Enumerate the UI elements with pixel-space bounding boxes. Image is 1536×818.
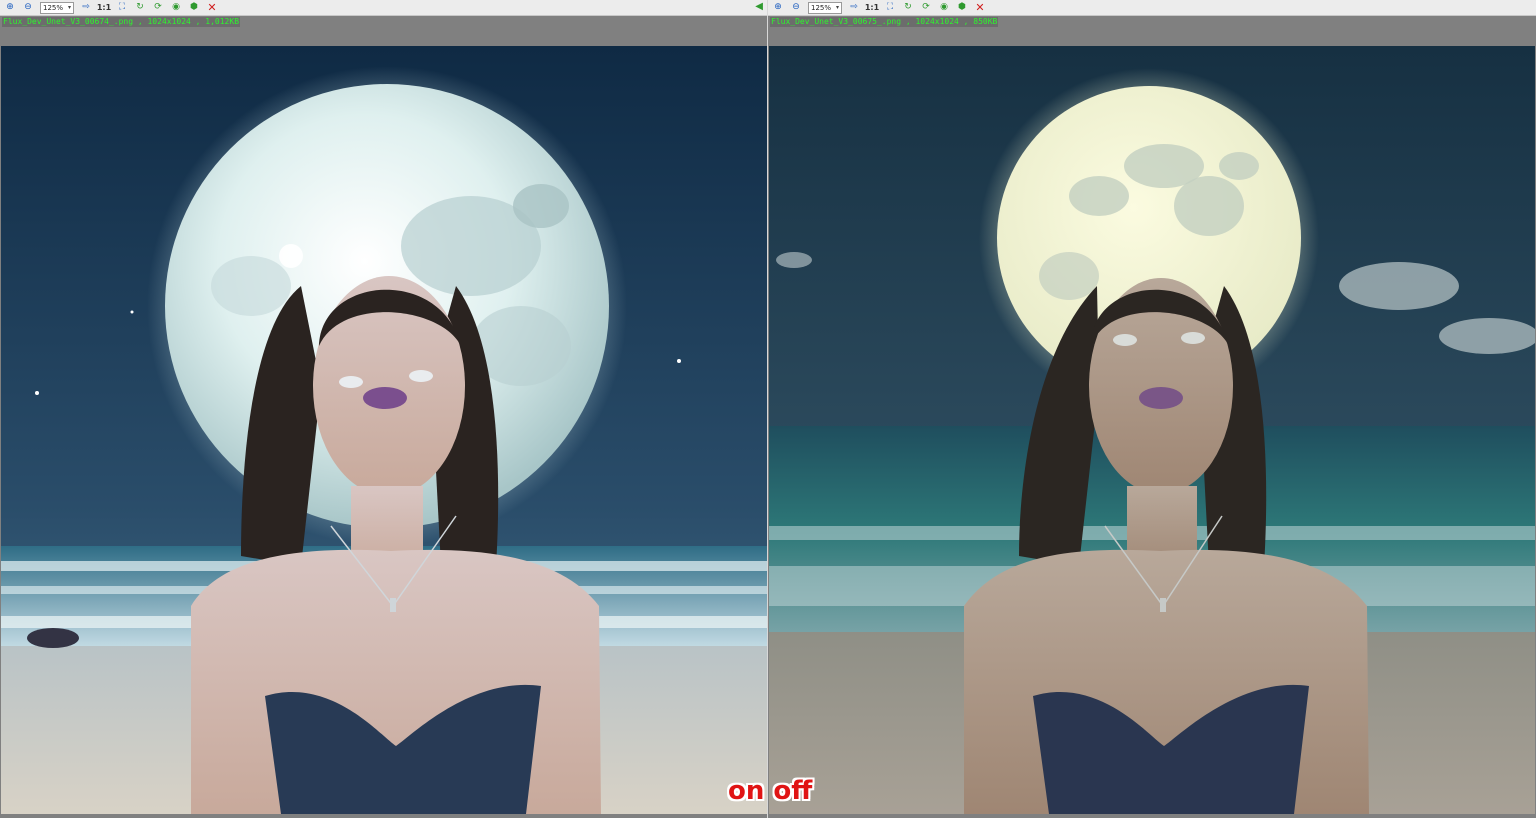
chevron-down-icon: ▾ — [835, 4, 839, 11]
right-file-info: Flux_Dev_Unet_V3_00675_.png , 1024x1024 … — [770, 17, 999, 27]
left-image-art — [1, 46, 767, 814]
fit-icon[interactable]: ⛶ — [114, 1, 130, 15]
save-icon[interactable]: ⬢ — [954, 1, 970, 15]
right-pane: ⊕ ⊖ 125% ▾ ⇨ 1:1 ⛶ ↻ ⟳ ◉ ⬢ ✕ Flux_Dev_Une… — [768, 0, 1536, 818]
left-pane: ⊕ ⊖ 125% ▾ ⇨ 1:1 ⛶ ↻ ⟳ ◉ ⬢ ✕ ◀ Flux_Dev_U… — [0, 0, 768, 818]
left-file-info: Flux_Dev_Unet_V3_00674_.png , 1024x1024 … — [2, 17, 241, 27]
left-zoom-value: 125% — [43, 3, 64, 12]
right-toolbar: ⊕ ⊖ 125% ▾ ⇨ 1:1 ⛶ ↻ ⟳ ◉ ⬢ ✕ — [768, 0, 1536, 16]
chevron-down-icon: ▾ — [67, 4, 71, 11]
actual-size-button[interactable]: 1:1 — [96, 1, 112, 15]
refresh-icon[interactable]: ⟳ — [918, 1, 934, 15]
left-image — [1, 46, 767, 814]
zoom-out-icon[interactable]: ⊖ — [788, 1, 804, 15]
fit-icon[interactable]: ⛶ — [882, 1, 898, 15]
next-icon[interactable]: ⇨ — [78, 1, 94, 15]
close-icon[interactable]: ✕ — [204, 1, 220, 15]
close-icon[interactable]: ✕ — [972, 1, 988, 15]
refresh-icon[interactable]: ⟳ — [150, 1, 166, 15]
save-icon[interactable]: ⬢ — [186, 1, 202, 15]
open-icon[interactable]: ◉ — [168, 1, 184, 15]
rotate-icon[interactable]: ↻ — [900, 1, 916, 15]
next-icon[interactable]: ⇨ — [846, 1, 862, 15]
open-icon[interactable]: ◉ — [936, 1, 952, 15]
rotate-icon[interactable]: ↻ — [132, 1, 148, 15]
zoom-in-icon[interactable]: ⊕ — [2, 1, 18, 15]
right-image-art — [769, 46, 1535, 814]
zoom-in-icon[interactable]: ⊕ — [770, 1, 786, 15]
actual-size-button[interactable]: 1:1 — [864, 1, 880, 15]
left-zoom-select[interactable]: 125% ▾ — [40, 1, 74, 14]
right-zoom-value: 125% — [811, 3, 832, 12]
right-zoom-select[interactable]: 125% ▾ — [808, 1, 842, 14]
image-compare-window: ⊕ ⊖ 125% ▾ ⇨ 1:1 ⛶ ↻ ⟳ ◉ ⬢ ✕ ◀ Flux_Dev_U… — [0, 0, 1536, 818]
on-off-label: on off — [728, 776, 813, 806]
sync-arrow-icon[interactable]: ◀ — [755, 1, 763, 12]
left-toolbar: ⊕ ⊖ 125% ▾ ⇨ 1:1 ⛶ ↻ ⟳ ◉ ⬢ ✕ ◀ — [0, 0, 767, 16]
right-image — [769, 46, 1535, 814]
zoom-out-icon[interactable]: ⊖ — [20, 1, 36, 15]
